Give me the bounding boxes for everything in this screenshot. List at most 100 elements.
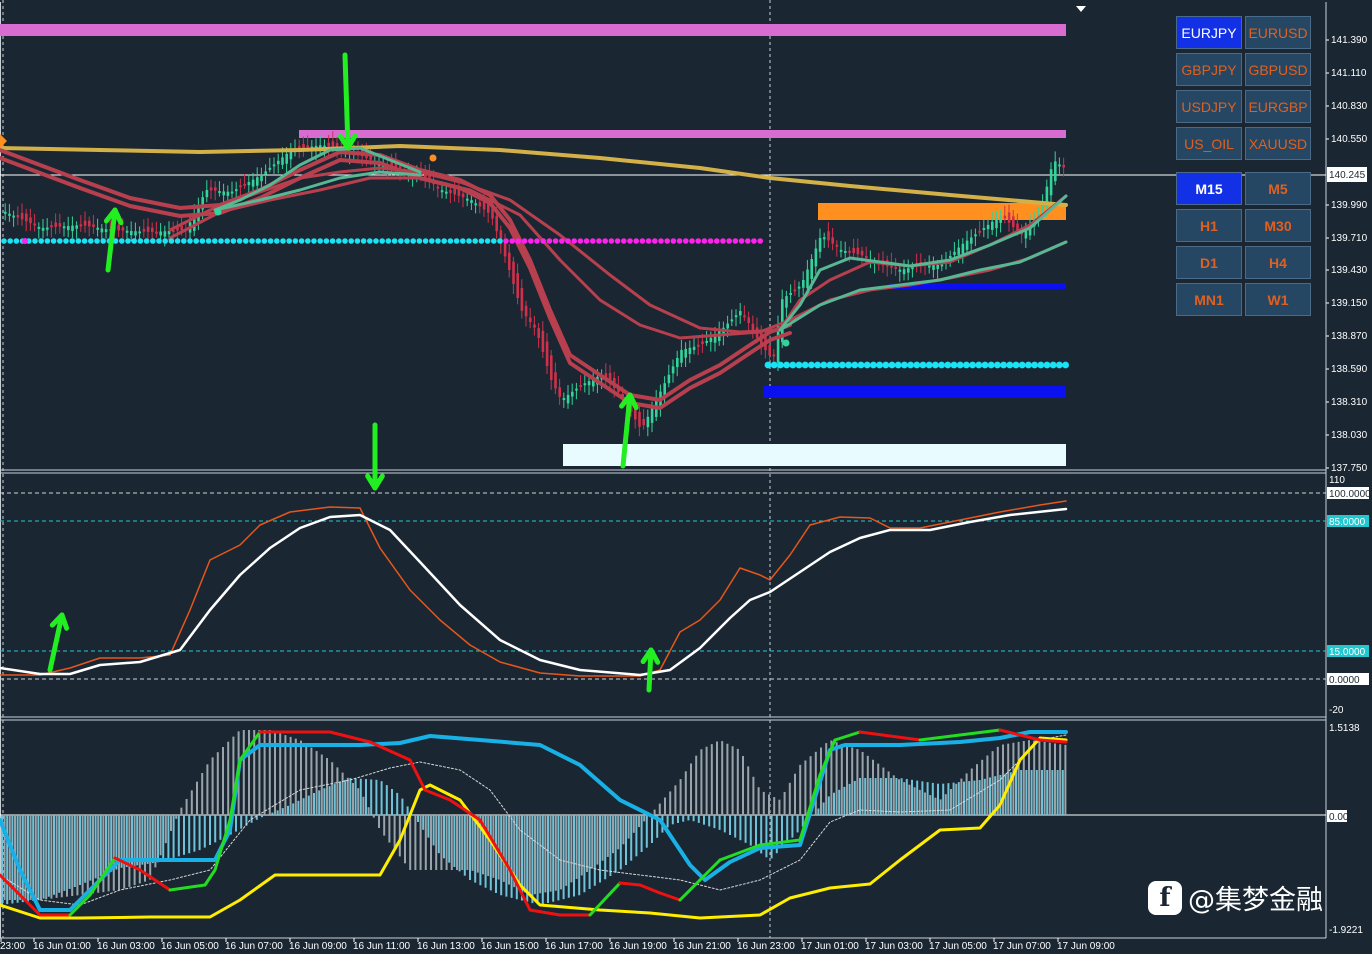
- timeframe-button-m30[interactable]: M30: [1245, 209, 1311, 242]
- cyan-dot: [422, 238, 429, 244]
- bull-candle: [940, 264, 944, 267]
- time-label: 16 Jun 15:00: [481, 941, 539, 952]
- bear-candle: [495, 215, 498, 232]
- bear-candle: [331, 141, 335, 148]
- down-arrow-icon-shaft: [342, 52, 351, 151]
- bull-candle: [230, 191, 234, 194]
- symbol-button-gbpusd[interactable]: GBPUSD: [1245, 53, 1311, 86]
- bull-candle: [4, 211, 7, 214]
- blue-zone: [763, 386, 1066, 398]
- green-dot: [214, 208, 222, 216]
- symbol-button-us_oil[interactable]: US_OIL: [1176, 127, 1242, 160]
- bull-candle: [104, 229, 108, 233]
- price-label: 141.390: [1331, 35, 1368, 46]
- magenta-dot: [521, 238, 528, 244]
- bull-candle: [1054, 161, 1057, 182]
- magenta-dot: [726, 238, 732, 244]
- cyan-dot: [851, 361, 859, 369]
- bull-candle: [466, 198, 469, 201]
- bear-candle: [533, 324, 536, 328]
- bear-candle: [865, 255, 868, 258]
- bull-candle: [739, 311, 742, 316]
- cyan-dot: [453, 238, 460, 244]
- time-label: 23:00: [0, 941, 25, 952]
- bull-candle: [205, 190, 209, 198]
- timeframe-button-w1[interactable]: W1: [1245, 283, 1311, 316]
- bear-candle: [520, 288, 524, 311]
- bear-candle: [453, 188, 456, 195]
- bull-candle: [247, 182, 251, 186]
- symbol-button-usdjpy[interactable]: USDJPY: [1176, 90, 1242, 123]
- cyan-dot: [919, 361, 927, 369]
- symbol-button-xauusd[interactable]: XAUUSD: [1245, 127, 1311, 160]
- bull-candle: [62, 226, 66, 229]
- bull-candle: [67, 225, 70, 231]
- bear-candle: [537, 328, 540, 338]
- symbol-button-eurjpy[interactable]: EURJPY: [1176, 16, 1242, 49]
- bull-candle: [226, 191, 230, 196]
- bull-candle: [802, 280, 805, 288]
- bull-candle: [251, 179, 255, 187]
- cyan-dot: [230, 238, 237, 244]
- bear-candle: [793, 289, 797, 292]
- price-label: 140.830: [1331, 101, 1368, 112]
- time-label: 17 Jun 09:00: [1057, 941, 1115, 952]
- price-label: 139.710: [1331, 233, 1368, 244]
- cyan-dot: [38, 238, 44, 244]
- bull-candle: [285, 153, 288, 164]
- cyan-dot: [69, 238, 75, 244]
- cyan-dot: [205, 238, 212, 244]
- bull-candle: [260, 174, 263, 182]
- cyan-dot: [348, 238, 355, 244]
- bear-candle: [554, 372, 557, 389]
- cyan-dot: [373, 238, 379, 244]
- cyan-dot: [261, 238, 268, 244]
- symbol-button-eurgbp[interactable]: EURGBP: [1245, 90, 1311, 123]
- bull-candle: [281, 157, 284, 165]
- bull-candle: [440, 190, 444, 193]
- cyan-dot: [249, 238, 255, 244]
- magenta-dot: [720, 238, 726, 244]
- stoch-label: 15.0000: [1329, 647, 1366, 658]
- timeframe-button-mn1[interactable]: MN1: [1176, 283, 1242, 316]
- cyan-dot: [119, 238, 125, 244]
- bull-candle: [75, 225, 78, 229]
- bull-candle: [130, 231, 133, 236]
- bull-candle: [785, 296, 788, 308]
- magenta-dot: [745, 238, 751, 244]
- macd-label: 0.00: [1329, 812, 1349, 823]
- time-label: 16 Jun 05:00: [161, 941, 219, 952]
- magenta-dot: [565, 238, 571, 244]
- cyan-dot: [63, 238, 69, 244]
- bear-candle: [478, 202, 482, 207]
- magenta-dot: [714, 238, 720, 244]
- time-label: 16 Jun 23:00: [737, 941, 795, 952]
- bull-candle: [810, 259, 813, 279]
- timeframe-button-d1[interactable]: D1: [1176, 246, 1242, 279]
- timeframe-button-h4[interactable]: H4: [1245, 246, 1311, 279]
- magenta-dot: [757, 238, 763, 244]
- cyan-dot: [342, 238, 348, 244]
- bull-candle: [709, 337, 713, 343]
- bear-candle: [835, 244, 839, 247]
- time-label: 16 Jun 17:00: [545, 941, 603, 952]
- magenta-dot: [689, 238, 695, 244]
- timeframe-button-m5[interactable]: M5: [1245, 172, 1311, 205]
- bull-candle: [12, 215, 15, 218]
- timeframe-button-m15[interactable]: M15: [1176, 172, 1242, 205]
- white-support-zone: [563, 444, 1066, 466]
- symbol-button-gbpjpy[interactable]: GBPJPY: [1176, 53, 1242, 86]
- cyan-dot: [181, 238, 187, 244]
- bull-candle: [235, 189, 238, 192]
- cyan-dot: [466, 238, 472, 244]
- cyan-dot: [491, 238, 497, 244]
- symbol-button-eurusd[interactable]: EURUSD: [1245, 16, 1311, 49]
- bull-candle: [957, 247, 960, 255]
- cyan-dot: [870, 361, 877, 369]
- trading-chart[interactable]: 141.390 141.110 140.830 140.550 140.245 139.9…: [0, 0, 1372, 954]
- magenta-dot: [621, 238, 627, 244]
- bear-candle: [772, 354, 776, 357]
- cyan-dot: [460, 238, 466, 244]
- bull-candle: [991, 221, 994, 230]
- timeframe-button-h1[interactable]: H1: [1176, 209, 1242, 242]
